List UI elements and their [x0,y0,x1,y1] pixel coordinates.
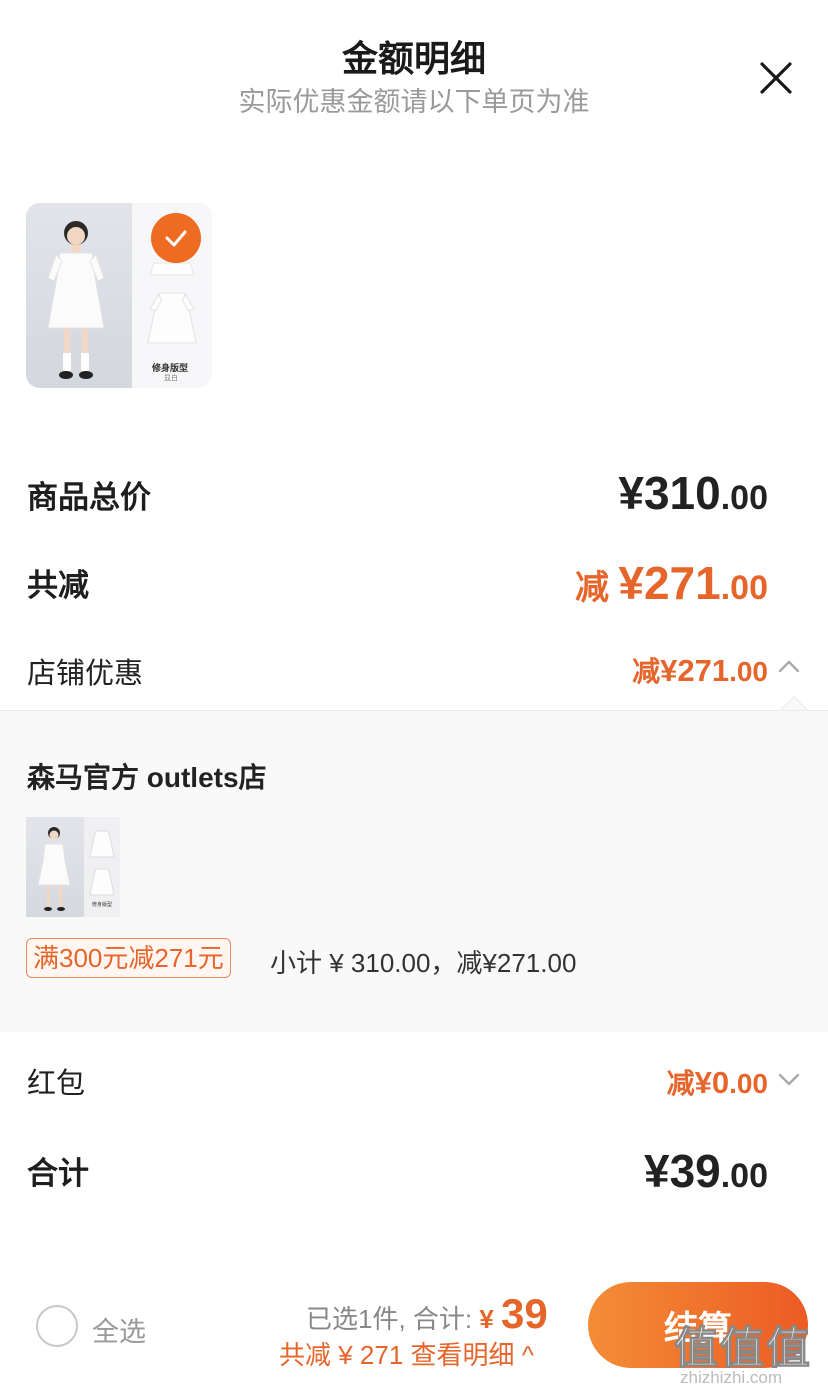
total-reduce-value: 减 ¥271.00 [574,557,768,609]
chevron-down-icon[interactable] [776,1066,802,1092]
select-all-label[interactable]: 全选 [92,1310,146,1349]
store-thumb-label: 修身版型 [92,902,113,908]
select-all-radio[interactable] [36,1305,78,1347]
page-title: 金额明细 [341,38,486,79]
total-price-value: ¥310.00 [618,467,768,519]
selected-amount: 39 [501,1290,548,1337]
sheet-header: 金额明细 实际优惠金额请以下单页为准 [0,0,828,130]
close-button[interactable] [756,58,796,98]
total-reduce-row: 共减 减 ¥271.00 [0,557,828,609]
red-packet-value: 减¥0.00 [666,1065,768,1100]
store-discount-row[interactable]: 店铺优惠 减¥271.00 [0,648,828,690]
close-icon [760,62,792,94]
store-name: 森马官方 outlets店 [27,762,267,793]
store-subtotal: 小计 ¥ 310.00，减¥271.00 [270,948,577,978]
view-detail-link[interactable]: 共减 ¥ 271 查看明细 ^ [279,1335,534,1372]
check-icon [165,230,187,247]
page-subtitle: 实际优惠金额请以下单页为准 [238,87,590,117]
selected-check-badge[interactable] [151,213,201,263]
variant-sub: 显白 [164,375,178,382]
total-price-row: 商品总价 ¥310.00 [0,467,828,519]
red-packet-row[interactable]: 红包 减¥0.00 [0,1058,828,1100]
total-price-label: 商品总价 [27,480,151,515]
total-reduce-label: 共减 [27,568,89,603]
red-packet-label: 红包 [27,1068,86,1100]
grand-total-row: 合计 ¥39.00 [0,1145,828,1197]
store-discount-value: 减¥271.00 [632,653,768,688]
site-watermark: 值值值 zhizhizhi.com [674,1324,812,1388]
store-discount-label: 店铺优惠 [27,658,144,690]
store-product-thumb[interactable]: 修身版型 [26,817,120,917]
selected-summary: 已选1件, 合计: ¥ 39 [306,1290,548,1337]
promo-tag: 满300元减271元 [26,938,231,978]
chevron-up-icon[interactable] [776,654,802,680]
model-photo [26,203,132,388]
grand-total-value: ¥39.00 [643,1145,768,1197]
grand-total-label: 合计 [27,1156,89,1191]
